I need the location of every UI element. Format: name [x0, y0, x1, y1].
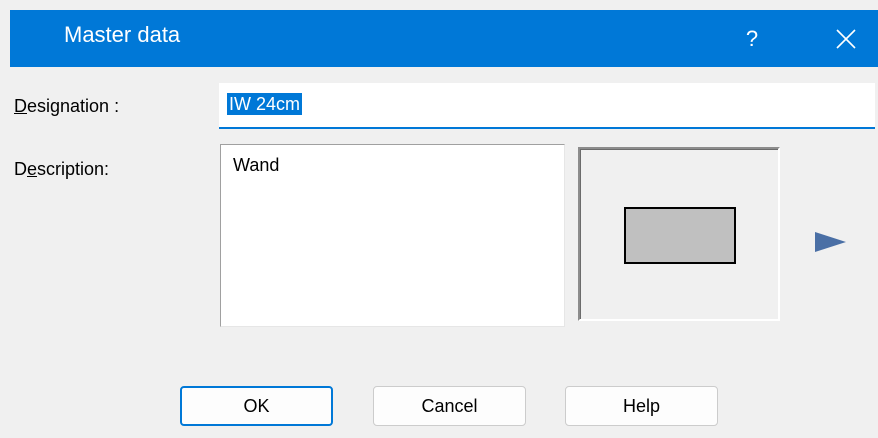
designation-value: IW 24cm: [227, 93, 303, 115]
preview-panel: [578, 147, 780, 321]
description-value: Wand: [233, 155, 280, 175]
description-label: Description:: [14, 159, 110, 179]
close-icon: [836, 28, 856, 49]
window-title: Master data: [64, 22, 181, 47]
preview-shape: [624, 207, 736, 264]
cancel-button[interactable]: Cancel: [373, 386, 526, 426]
help-button[interactable]: Help: [565, 386, 718, 426]
play-arrow-icon[interactable]: [815, 232, 846, 252]
title-bar[interactable]: Master data ?: [10, 10, 878, 67]
designation-label: Designation :: [14, 96, 120, 116]
help-title-button[interactable]: ?: [722, 10, 782, 67]
ok-button[interactable]: OK: [180, 386, 333, 426]
description-textarea[interactable]: Wand: [220, 144, 565, 327]
designation-input[interactable]: IW 24cm: [219, 83, 875, 129]
close-button[interactable]: [814, 10, 878, 67]
